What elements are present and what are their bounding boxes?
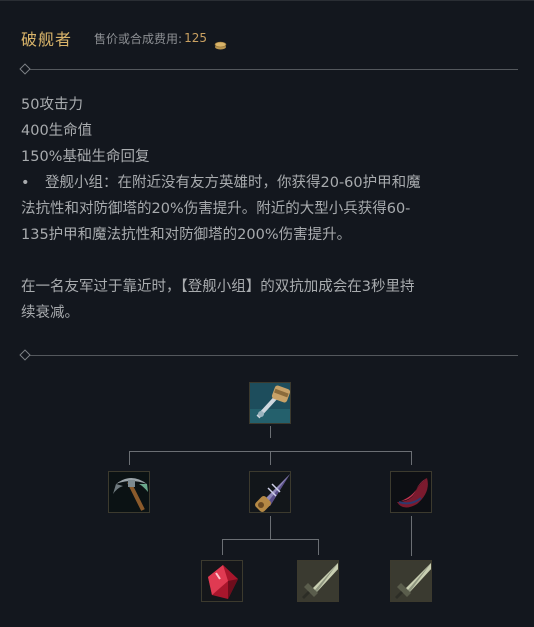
extra-line: 在一名友军过于靠近时，【登舰小组】的双抗加成会在3秒里持 (21, 279, 415, 295)
long-sword-item-icon[interactable] (390, 560, 432, 602)
pickaxe-item-icon[interactable] (108, 471, 150, 513)
bullet: • (21, 175, 30, 191)
price-value: 125 (184, 31, 207, 45)
price-label: 售价或合成费用: (94, 31, 183, 46)
hammer-sword-item-icon[interactable] (249, 382, 291, 424)
diamond-icon (19, 349, 31, 361)
stat-line: 400生命值 (21, 123, 93, 139)
top-border (0, 0, 534, 1)
long-sword-item-icon[interactable] (297, 560, 339, 602)
drill-item-icon[interactable] (249, 471, 291, 513)
ruby-crystal-item-icon[interactable] (390, 471, 432, 513)
diamond-icon (19, 63, 31, 75)
item-title: 破舰者 (21, 30, 73, 49)
item-description: 50攻击力 400生命值 150%基础生命回复 • 登舰小组：在附近没有友方英雄时… (21, 92, 526, 326)
passive-line: 法抗性和对防御塔的20%伤害提升。附近的大型小兵获得60- (21, 201, 411, 217)
divider-bottom (19, 349, 518, 361)
recipe-tree (0, 370, 534, 627)
item-header: 破舰者 售价或合成费用: 125 (21, 26, 227, 50)
extra-line: 续衰减。 (21, 305, 79, 321)
stat-line: 50攻击力 (21, 97, 83, 113)
stat-line: 150%基础生命回复 (21, 149, 150, 165)
passive-description: • 登舰小组：在附近没有友方英雄时，你获得20-60护甲和魔 法抗性和对防御塔的2… (21, 170, 526, 248)
divider-top (19, 63, 518, 75)
gold-coin-icon (214, 35, 227, 49)
ruby-crystal-item-icon[interactable] (201, 560, 243, 602)
passive-line: 135护甲和魔法抗性和对防御塔的200%伤害提升。 (21, 227, 352, 243)
passive-line: 登舰小组：在附近没有友方英雄时，你获得20-60护甲和魔 (45, 175, 421, 191)
item-tooltip: 破舰者 售价或合成费用: 125 50攻击力 400生命值 150%基础生命回复… (0, 0, 534, 627)
